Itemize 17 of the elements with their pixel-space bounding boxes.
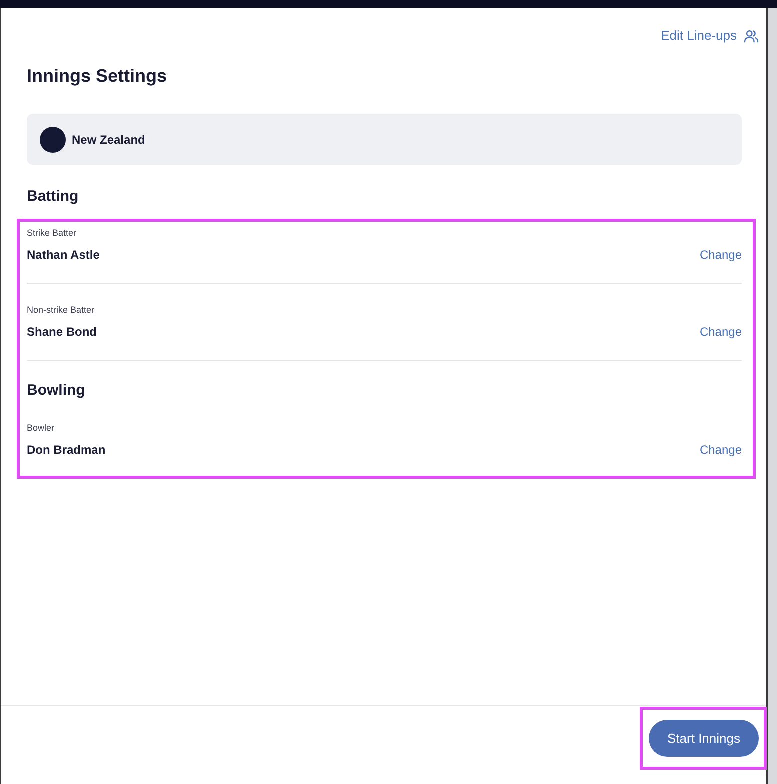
team-logo-icon: [40, 126, 66, 152]
change-link[interactable]: Change: [700, 441, 742, 459]
change-link[interactable]: Change: [700, 323, 742, 341]
start-innings-button[interactable]: Start Innings: [649, 720, 759, 757]
role-label: Bowler: [27, 422, 56, 434]
player-name: Nathan Astle: [27, 247, 100, 264]
section-heading: Bowling: [27, 381, 86, 401]
edit-line-ups-link[interactable]: Edit Line-ups: [661, 28, 759, 44]
users-icon: [744, 30, 759, 42]
change-link[interactable]: Change: [700, 246, 742, 264]
role-label: Strike Batter: [27, 227, 78, 239]
role-label: Non-strike Batter: [27, 304, 96, 316]
section-heading: Batting: [27, 187, 80, 207]
team-name: New Zealand: [72, 132, 146, 146]
dialog-title: Innings Settings: [27, 65, 168, 88]
player-name: Don Bradman: [27, 442, 106, 459]
player-name: Shane Bond: [27, 324, 98, 341]
